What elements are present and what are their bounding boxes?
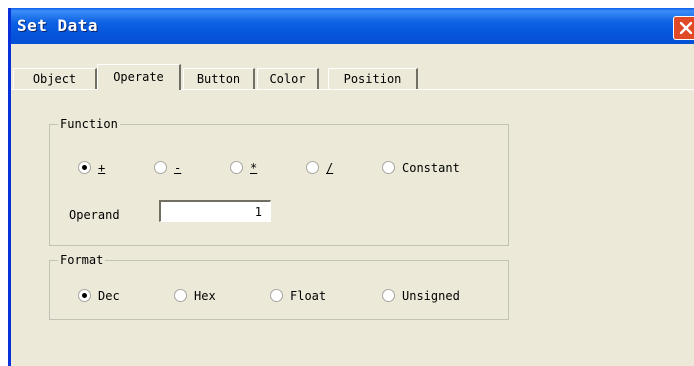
radio-unselected-icon: [230, 161, 243, 174]
radio-unselected-icon: [382, 161, 395, 174]
set-data-dialog: Set Data Object Operate Button Color Pos…: [8, 8, 694, 366]
title-bar[interactable]: Set Data: [11, 8, 694, 44]
close-button[interactable]: [673, 16, 694, 40]
format-group: Format Dec Hex Float Unsigned: [49, 253, 509, 320]
function-radio-constant[interactable]: Constant: [382, 160, 492, 176]
function-radio-divide[interactable]: /: [306, 160, 366, 176]
function-radio-multiply[interactable]: *: [230, 160, 290, 176]
window-title: Set Data: [17, 16, 99, 35]
tab-color[interactable]: Color: [257, 68, 319, 89]
tab-button[interactable]: Button: [183, 68, 255, 89]
format-radio-dec[interactable]: Dec: [78, 288, 148, 304]
operand-label: Operand: [69, 208, 120, 222]
tab-operate[interactable]: Operate: [97, 64, 181, 90]
format-radio-float[interactable]: Float: [270, 288, 350, 304]
function-radio-plus[interactable]: +: [78, 160, 138, 176]
function-group-legend: Function: [58, 117, 120, 131]
radio-selected-icon: [78, 161, 91, 174]
operand-input[interactable]: 1: [159, 200, 271, 222]
function-group: Function + - * / Constant: [49, 117, 509, 246]
tab-position[interactable]: Position: [328, 68, 418, 89]
radio-unselected-icon: [174, 289, 187, 302]
radio-unselected-icon: [154, 161, 167, 174]
tab-object[interactable]: Object: [13, 68, 97, 89]
radio-selected-icon: [78, 289, 91, 302]
radio-unselected-icon: [382, 289, 395, 302]
format-group-legend: Format: [58, 253, 106, 267]
format-radio-unsigned[interactable]: Unsigned: [382, 288, 492, 304]
format-radio-hex[interactable]: Hex: [174, 288, 244, 304]
radio-unselected-icon: [306, 161, 319, 174]
function-radio-minus[interactable]: -: [154, 160, 214, 176]
tab-strip: Object Operate Button Color Position: [11, 64, 694, 90]
close-icon: [680, 22, 692, 34]
radio-unselected-icon: [270, 289, 283, 302]
